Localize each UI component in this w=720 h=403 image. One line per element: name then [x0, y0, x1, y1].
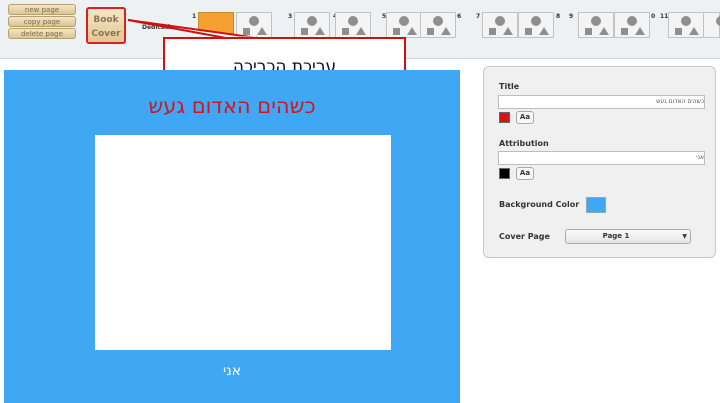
circle-shape-icon	[716, 16, 720, 26]
square-shape-icon	[675, 28, 682, 35]
circle-shape-icon	[249, 16, 259, 26]
page-thumbnail-11a[interactable]	[668, 12, 704, 38]
circle-shape-icon	[433, 16, 443, 26]
triangle-shape-icon	[599, 27, 609, 35]
page-thumbnail-4[interactable]	[335, 12, 371, 38]
title-label: Title	[499, 82, 520, 91]
copy-page-button[interactable]: copy page	[8, 16, 76, 27]
triangle-shape-icon	[257, 27, 267, 35]
circle-shape-icon	[681, 16, 691, 26]
triangle-shape-icon	[503, 27, 513, 35]
background-color-label: Background Color	[499, 200, 580, 209]
triangle-shape-icon	[539, 27, 549, 35]
title-input[interactable]: כשהים האדום געש	[498, 95, 705, 109]
page-thumbnail-3[interactable]	[294, 12, 330, 38]
square-shape-icon	[427, 28, 434, 35]
triangle-shape-icon	[356, 27, 366, 35]
page-number: 1	[192, 13, 197, 20]
circle-shape-icon	[348, 16, 358, 26]
page-thumbnail-7a[interactable]	[482, 12, 518, 38]
cover-page-select[interactable]: Page 1 ▼	[565, 229, 691, 244]
page-thumbnail-5b[interactable]	[420, 12, 456, 38]
square-shape-icon	[585, 28, 592, 35]
triangle-shape-icon	[689, 27, 699, 35]
page-number: 3	[288, 13, 293, 20]
page-number: 6	[457, 13, 462, 20]
cover-page-label: Cover Page	[499, 232, 550, 241]
attribution-color-swatch[interactable]	[499, 168, 510, 179]
page-number: 7	[476, 13, 481, 20]
page-thumbnail-7b[interactable]	[518, 12, 554, 38]
page-number: 0	[651, 13, 656, 20]
title-font-button[interactable]: Aa	[516, 111, 534, 124]
new-page-button[interactable]: new page	[8, 4, 76, 15]
background-color-swatch[interactable]	[586, 197, 606, 213]
triangle-shape-icon	[635, 27, 645, 35]
circle-shape-icon	[531, 16, 541, 26]
square-shape-icon	[393, 28, 400, 35]
book-cover-thumbnail[interactable]: Book Cover	[86, 7, 126, 44]
square-shape-icon	[243, 28, 250, 35]
cover-thumb-label-2: Cover	[91, 29, 121, 39]
square-shape-icon	[342, 28, 349, 35]
page-thumbnail-5a[interactable]	[386, 12, 422, 38]
delete-page-button[interactable]: delete page	[8, 28, 76, 39]
square-shape-icon	[301, 28, 308, 35]
circle-shape-icon	[495, 16, 505, 26]
page-thumbnail-9a[interactable]	[578, 12, 614, 38]
square-shape-icon	[525, 28, 532, 35]
circle-shape-icon	[307, 16, 317, 26]
page-number: 8	[556, 13, 561, 20]
cover-page-preview[interactable]: כשהים האדום געש אני	[4, 70, 460, 403]
page-number: 9	[569, 13, 574, 20]
cover-title-text[interactable]: כשהים האדום געש	[4, 94, 460, 118]
square-shape-icon	[621, 28, 628, 35]
square-shape-icon	[489, 28, 496, 35]
triangle-shape-icon	[407, 27, 417, 35]
page-thumbnail-9b[interactable]	[614, 12, 650, 38]
dedication-thumbnail-label[interactable]: Dedicatio	[142, 24, 174, 31]
circle-shape-icon	[591, 16, 601, 26]
attribution-font-button[interactable]: Aa	[516, 167, 534, 180]
dropdown-arrow-icon: ▼	[682, 233, 687, 240]
cover-attribution-text[interactable]: אני	[4, 363, 460, 379]
page-thumbnail-2[interactable]	[236, 12, 272, 38]
page-thumbnail-1[interactable]	[198, 12, 234, 34]
attribution-input[interactable]: אני	[498, 151, 705, 165]
circle-shape-icon	[627, 16, 637, 26]
circle-shape-icon	[399, 16, 409, 26]
cover-page-select-value: Page 1	[602, 232, 630, 240]
cover-picture-area[interactable]	[95, 135, 391, 350]
cover-thumb-label-1: Book	[93, 15, 119, 25]
triangle-shape-icon	[441, 27, 451, 35]
title-color-swatch[interactable]	[499, 112, 510, 123]
page-thumbnail-11b[interactable]	[703, 12, 720, 38]
cover-properties-panel: Title כשהים האדום געש Aa Attribution אני…	[483, 66, 716, 258]
attribution-label: Attribution	[499, 139, 549, 148]
triangle-shape-icon	[315, 27, 325, 35]
